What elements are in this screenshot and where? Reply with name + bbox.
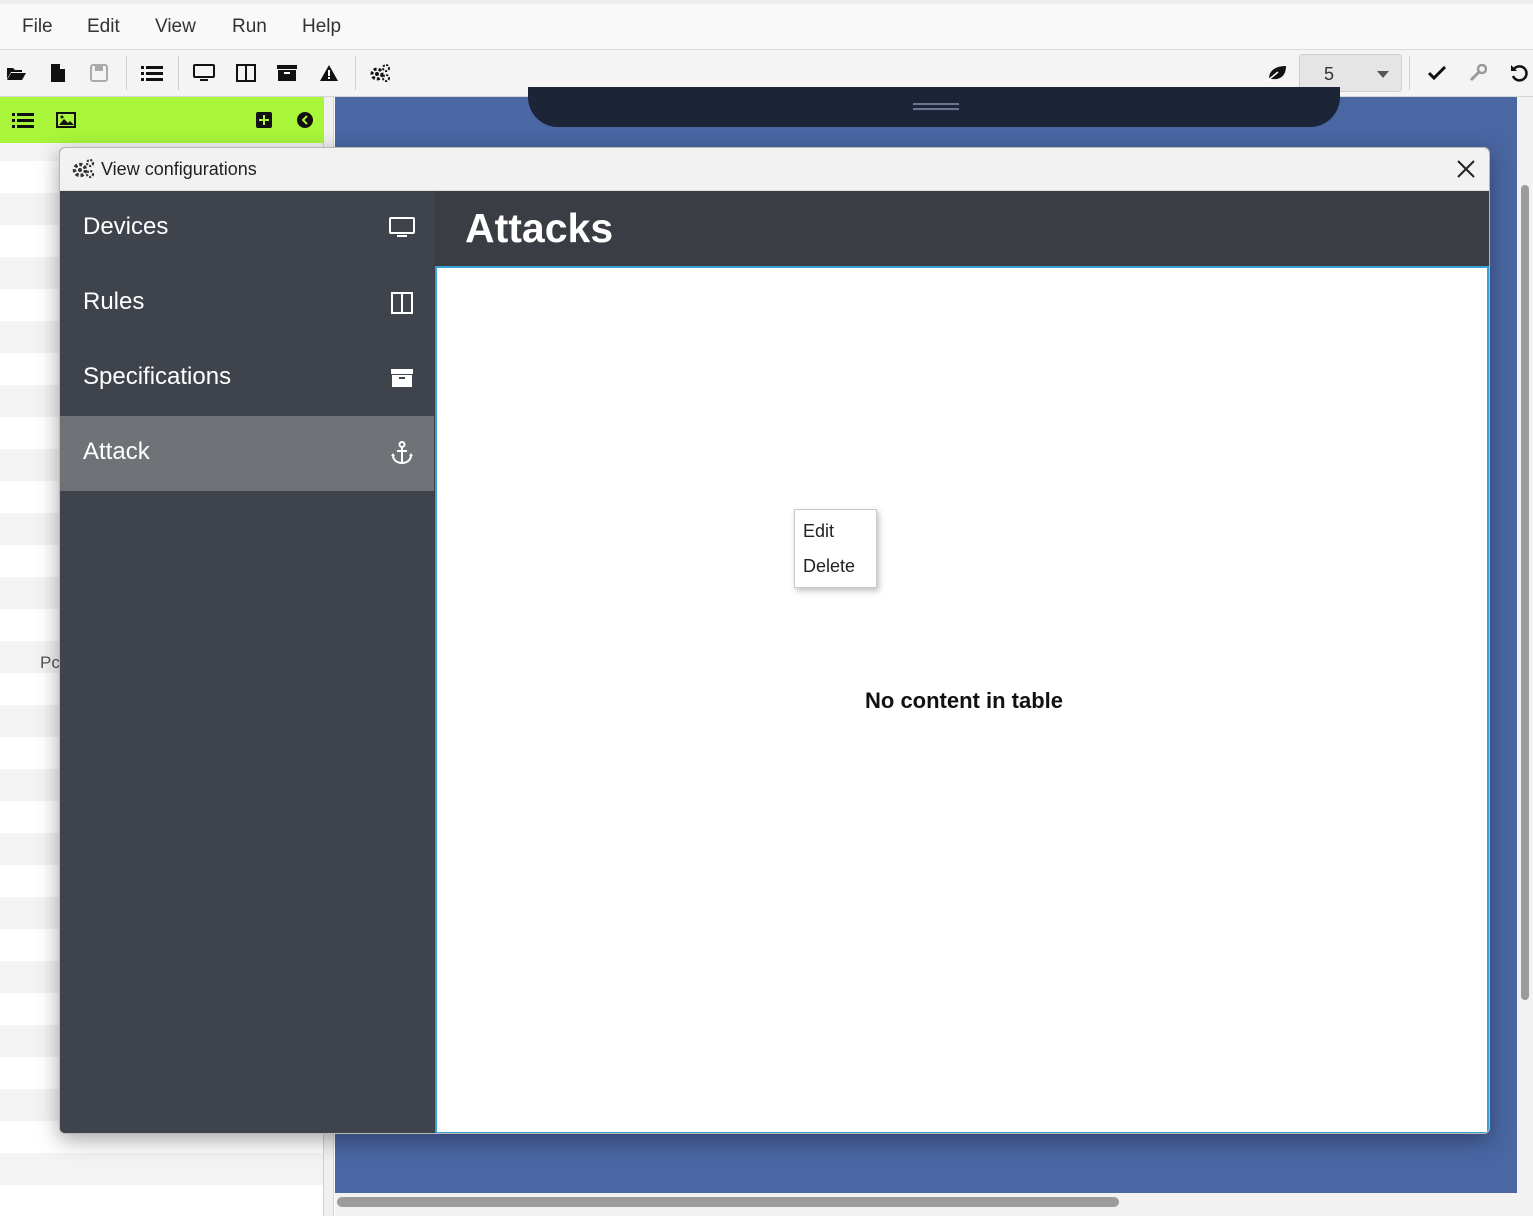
left-panel-header xyxy=(0,97,324,143)
toolbar-divider xyxy=(355,56,356,90)
list-icon[interactable] xyxy=(139,60,165,86)
context-menu-delete[interactable]: Delete xyxy=(803,556,855,577)
grip-line xyxy=(913,103,959,105)
horizontal-scroll-thumb[interactable] xyxy=(337,1197,1119,1207)
chevron-left-circle-icon[interactable] xyxy=(292,107,318,133)
canvas-top-handle[interactable] xyxy=(528,87,1340,127)
gears-icon[interactable] xyxy=(367,60,393,86)
archive-icon[interactable] xyxy=(274,60,300,86)
nav-item-devices[interactable]: Devices xyxy=(60,191,434,266)
chevron-down-icon xyxy=(1377,71,1389,78)
anchor-icon xyxy=(388,440,416,466)
page-title: Attacks xyxy=(465,205,614,251)
menu-bar: File Edit View Run Help xyxy=(0,0,1533,50)
zoom-value: 5 xyxy=(1324,64,1335,84)
toolbar-divider xyxy=(178,56,179,90)
columns-icon[interactable] xyxy=(233,60,259,86)
horizontal-scrollbar[interactable] xyxy=(335,1193,1517,1216)
nav-item-rules[interactable]: Rules xyxy=(60,266,434,341)
context-menu-edit[interactable]: Edit xyxy=(803,521,834,542)
empty-table-message: No content in table xyxy=(865,688,1063,713)
plus-square-icon[interactable] xyxy=(251,107,277,133)
nav-item-label: Devices xyxy=(83,213,169,240)
vertical-scrollbar[interactable] xyxy=(1517,97,1533,1216)
config-content: Attacks No content in table xyxy=(434,191,1489,1133)
close-icon[interactable] xyxy=(1455,158,1477,180)
warning-icon[interactable] xyxy=(316,60,342,86)
grip-line xyxy=(913,108,959,110)
gears-icon xyxy=(71,158,95,180)
undo-icon[interactable] xyxy=(1506,60,1532,86)
vertical-scroll-thumb[interactable] xyxy=(1521,185,1529,1000)
menu-run[interactable]: Run xyxy=(232,16,267,38)
config-nav: Devices Rules Specifications Attack xyxy=(60,191,434,1133)
menu-view[interactable]: View xyxy=(155,16,196,38)
nav-item-attack[interactable]: Attack xyxy=(60,416,434,491)
leaf-icon[interactable] xyxy=(1264,60,1290,86)
wrench-icon[interactable] xyxy=(1465,60,1491,86)
menu-file[interactable]: File xyxy=(22,16,53,38)
view-configurations-dialog: View configurations Devices Rules Specif… xyxy=(59,147,1490,1134)
toolbar-divider xyxy=(126,56,127,90)
nav-item-label: Attack xyxy=(83,438,150,465)
menu-edit[interactable]: Edit xyxy=(87,16,120,38)
check-icon[interactable] xyxy=(1424,60,1450,86)
folder-open-icon[interactable] xyxy=(3,60,29,86)
image-icon[interactable] xyxy=(53,107,79,133)
left-panel-label: Pc xyxy=(40,653,60,672)
columns-icon xyxy=(388,290,416,316)
toolbar-divider xyxy=(1409,56,1410,90)
monitor-icon xyxy=(388,215,416,241)
menu-help[interactable]: Help xyxy=(302,16,341,38)
archive-icon xyxy=(388,365,416,391)
dialog-title: View configurations xyxy=(101,159,257,179)
context-menu: Edit Delete xyxy=(794,509,877,588)
nav-item-label: Rules xyxy=(83,288,145,315)
monitor-icon[interactable] xyxy=(191,60,217,86)
nav-item-label: Specifications xyxy=(83,363,232,390)
dialog-title-bar[interactable]: View configurations xyxy=(60,148,1489,191)
new-file-icon[interactable] xyxy=(45,60,71,86)
attacks-table[interactable]: No content in table xyxy=(435,266,1489,1133)
nav-item-specifications[interactable]: Specifications xyxy=(60,341,434,416)
list-icon[interactable] xyxy=(10,107,36,133)
save-icon[interactable] xyxy=(86,60,112,86)
